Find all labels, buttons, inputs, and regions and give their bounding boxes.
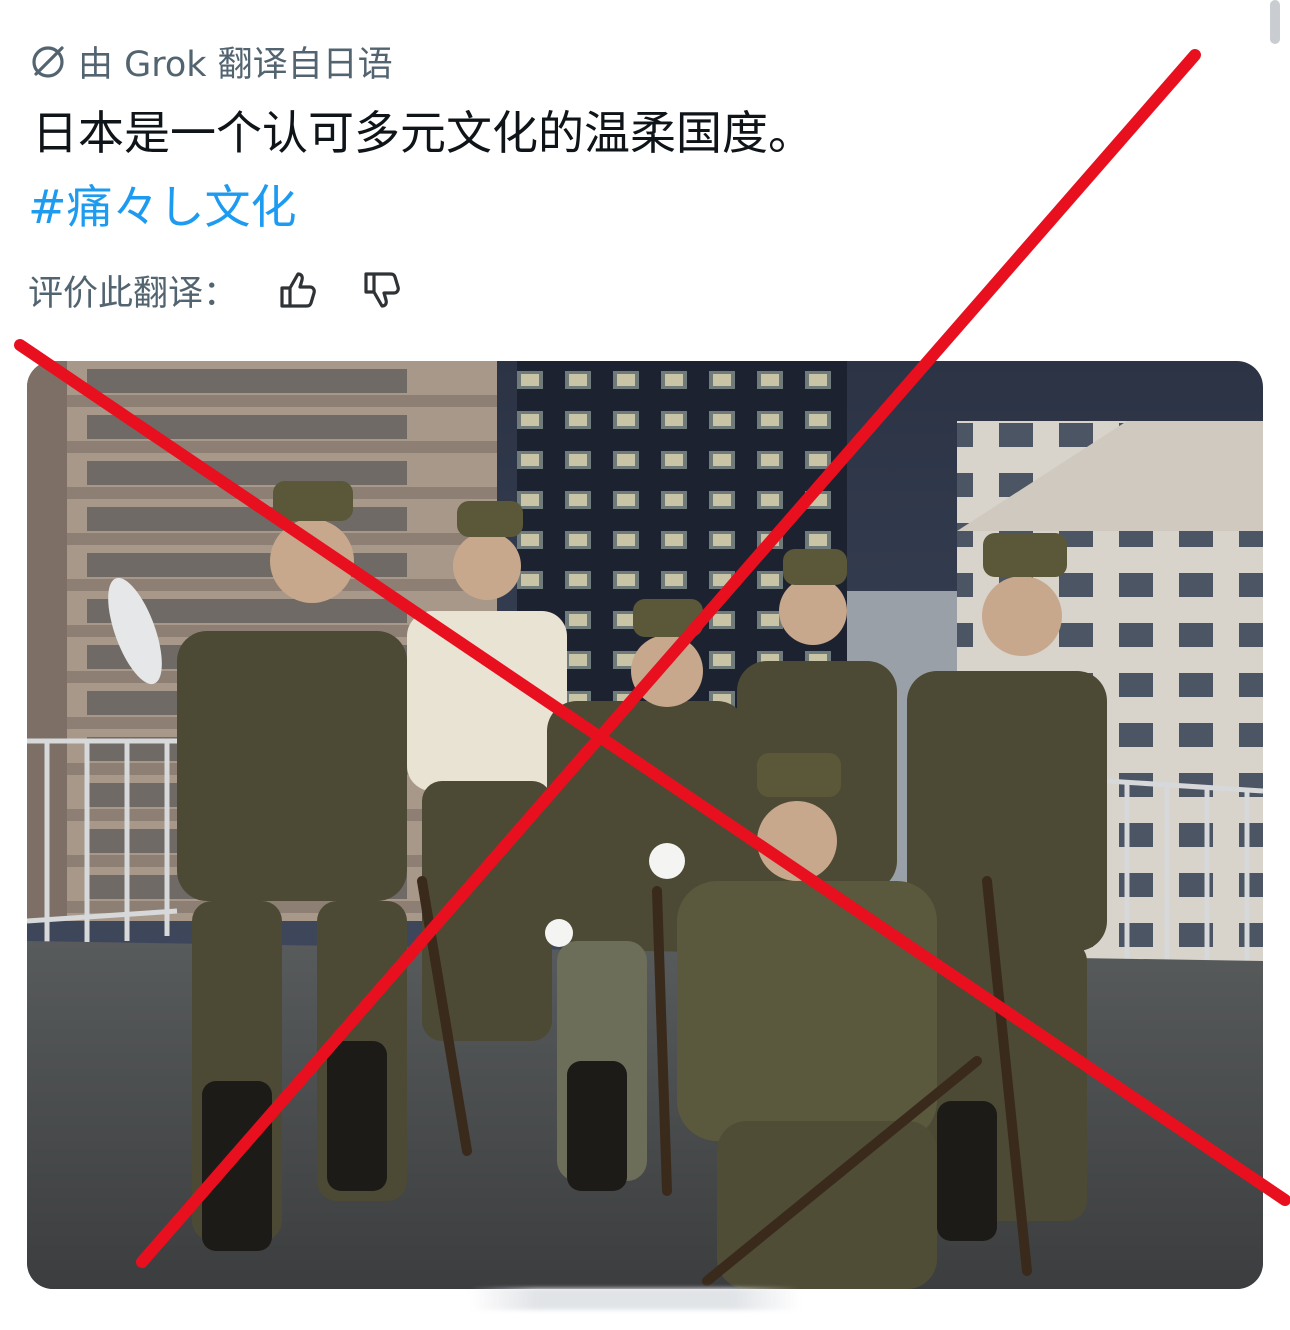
rate-translation-label: 评价此翻译： <box>28 273 239 314</box>
hashtag-link[interactable]: #痛々し文化 <box>28 176 297 238</box>
watermark-blur <box>470 1288 800 1310</box>
post-photo[interactable] <box>27 361 1263 1289</box>
scrollbar[interactable] <box>1270 0 1280 44</box>
thumbs-down-button[interactable] <box>352 262 412 318</box>
thumbs-down-icon <box>364 272 400 308</box>
post-text: 日本是一个认可多元文化的温柔国度。 <box>32 106 814 160</box>
rate-translation-row: 评价此翻译： <box>28 262 412 318</box>
thumbs-up-button[interactable] <box>268 262 328 318</box>
photo-image <box>27 361 1263 1289</box>
grok-icon <box>28 41 68 81</box>
translation-note[interactable]: 由 Grok 翻译自日语 <box>28 36 393 86</box>
translation-label: 由 Grok 翻译自日语 <box>78 44 393 85</box>
thumbs-up-icon <box>280 272 316 308</box>
